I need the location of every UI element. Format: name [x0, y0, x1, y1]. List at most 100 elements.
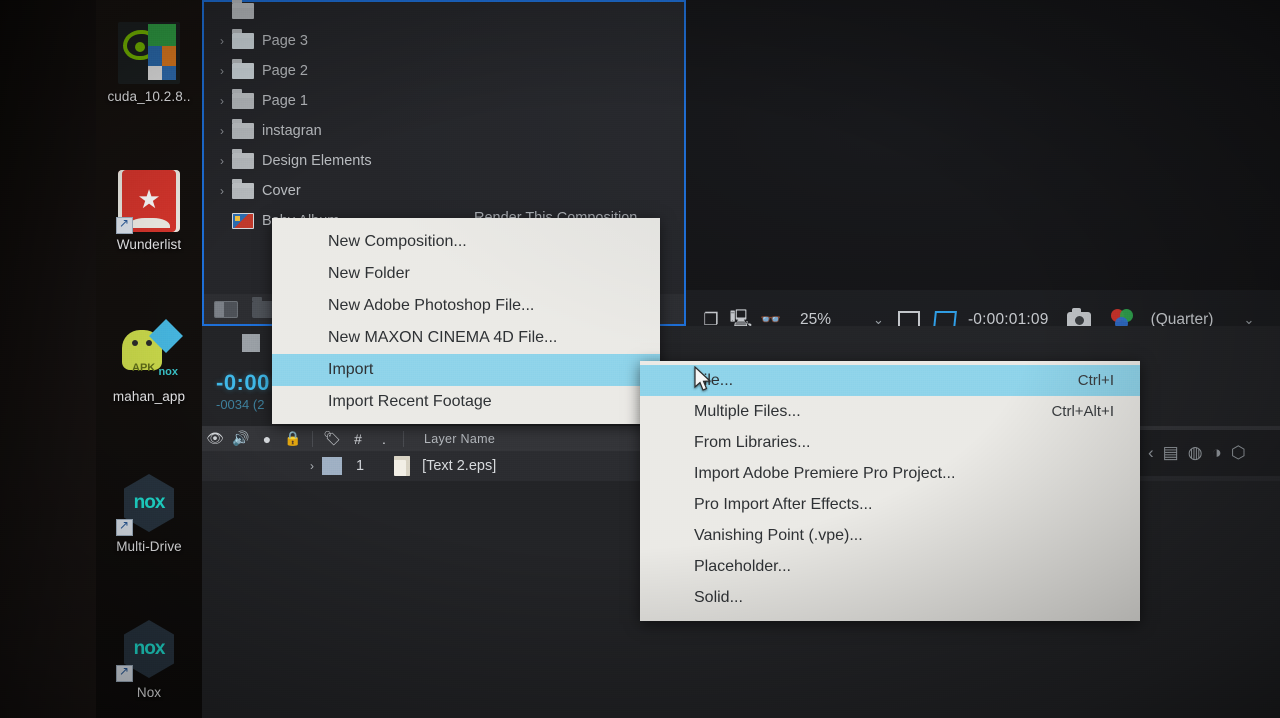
windows-desktop: cuda_10.2.8.. ★ Wunderlist APKnox mahan_… [0, 0, 202, 718]
submenu-item-solid[interactable]: Solid... [640, 582, 1140, 613]
desktop-icon-nox[interactable]: nox Nox [96, 618, 202, 701]
submenu-item-multiple-files[interactable]: Multiple Files... Ctrl+Alt+I [640, 396, 1140, 427]
folder-icon [232, 149, 254, 169]
project-context-menu[interactable]: New Composition... New Folder New Adobe … [272, 218, 660, 424]
menu-item-new-composition[interactable]: New Composition... [272, 226, 660, 258]
menu-item-new-photoshop-file[interactable]: New Adobe Photoshop File... [272, 290, 660, 322]
twirl-icon[interactable]: › [310, 459, 314, 473]
shortcut-overlay-icon [116, 518, 133, 536]
project-item-label: instagran [262, 123, 322, 139]
desktop-icon-label: Multi-Drive [116, 539, 182, 554]
timeline-frame-info: -0034 (2 [216, 397, 265, 412]
label-tag-icon[interactable]: 🏷 [319, 430, 345, 447]
folder-icon [232, 89, 254, 109]
desktop-icon-label: mahan_app [112, 389, 186, 404]
project-item[interactable] [204, 0, 684, 26]
nox-player-icon: nox [116, 618, 180, 682]
submenu-item-label: From Libraries... [694, 433, 811, 451]
project-item-label: Page 1 [262, 93, 308, 109]
eye-icon[interactable]: 👁 [202, 430, 228, 447]
project-item-label: Page 3 [262, 33, 308, 49]
menu-item-new-cinema-4d-file[interactable]: New MAXON CINEMA 4D File... [272, 322, 660, 354]
preview-panel-icon[interactable]: ◑ [1212, 443, 1222, 463]
submenu-item-label: Solid... [694, 588, 743, 606]
menu-item-new-folder[interactable]: New Folder [272, 258, 660, 290]
menu-item-label: Import [328, 361, 374, 378]
project-item-page-3[interactable]: › Page 3 [204, 26, 684, 56]
project-item-design-elements[interactable]: › Design Elements [204, 146, 684, 176]
folder-icon [232, 29, 254, 49]
submenu-item-file[interactable]: File... Ctrl+I [640, 365, 1140, 396]
submenu-item-from-libraries[interactable]: From Libraries... [640, 427, 1140, 458]
submenu-item-import-premiere-project[interactable]: Import Adobe Premiere Pro Project... [640, 458, 1140, 489]
submenu-item-label: Pro Import After Effects... [694, 495, 873, 513]
menu-item-label: New MAXON CINEMA 4D File... [328, 329, 558, 346]
submenu-item-label: Multiple Files... [694, 402, 801, 420]
submenu-item-shortcut: Ctrl+Alt+I [1051, 403, 1114, 420]
layer-number-header[interactable]: # [345, 431, 371, 447]
folder-icon [232, 119, 254, 139]
dot-header: . [382, 430, 386, 447]
submenu-item-label: Placeholder... [694, 557, 791, 575]
monitor-screen: cuda_10.2.8.. ★ Wunderlist APKnox mahan_… [0, 0, 1280, 718]
menu-item-label: New Folder [328, 265, 410, 282]
project-item-instagran[interactable]: › instagran [204, 116, 684, 146]
timeline-swatch [242, 334, 260, 352]
twirl-icon[interactable]: › [212, 184, 232, 198]
divider [403, 430, 404, 447]
project-item-label: Page 2 [262, 63, 308, 79]
desktop-icon-label: Wunderlist [116, 237, 182, 252]
right-panel-strip: ‹ ▤ ◍ ◑ ⬡ [1140, 430, 1280, 476]
lock-icon[interactable]: 🔒 [280, 430, 306, 447]
layer-name[interactable]: [Text 2.eps] [422, 458, 496, 474]
layer-number: 1 [356, 458, 365, 474]
new-composition-icon[interactable] [214, 300, 238, 318]
desktop-icon-wunderlist[interactable]: ★ Wunderlist [96, 170, 202, 253]
project-item-page-2[interactable]: › Page 2 [204, 56, 684, 86]
folder-icon [232, 0, 254, 19]
screen-bezel [0, 0, 96, 718]
menu-item-import[interactable]: Import › [272, 354, 660, 386]
timeline-current-time[interactable]: -0:00: [216, 370, 278, 396]
layer-name-header[interactable]: Layer Name [424, 432, 495, 446]
twirl-icon[interactable]: › [212, 34, 232, 48]
submenu-item-placeholder[interactable]: Placeholder... [640, 551, 1140, 582]
project-item-label: Design Elements [262, 153, 372, 169]
shortcut-overlay-icon [116, 216, 133, 234]
menu-item-label: New Composition... [328, 233, 467, 250]
speaker-icon[interactable]: 🔊 [228, 430, 254, 447]
eps-file-icon [394, 456, 411, 476]
twirl-icon[interactable]: › [212, 64, 232, 78]
folder-icon [232, 59, 254, 79]
submenu-item-vanishing-point[interactable]: Vanishing Point (.vpe)... [640, 520, 1140, 551]
effects-panel-icon[interactable]: ⬡ [1231, 443, 1246, 463]
submenu-item-label: Import Adobe Premiere Pro Project... [694, 464, 956, 482]
project-item-label: Cover [262, 183, 301, 199]
desktop-icon-label: cuda_10.2.8.. [107, 89, 191, 104]
composition-viewer[interactable] [686, 0, 1280, 290]
desktop-icon-mahan-app[interactable]: APK nox mahan_app [96, 319, 202, 405]
android-apk-nox-icon: APK nox [118, 319, 183, 384]
info-panel-icon[interactable]: ▤ [1163, 443, 1179, 463]
submenu-item-pro-import-after-effects[interactable]: Pro Import After Effects... [640, 489, 1140, 520]
audio-panel-icon[interactable]: ◍ [1188, 443, 1203, 463]
nox-multi-drive-icon: nox [116, 472, 180, 536]
submenu-item-shortcut: Ctrl+I [1077, 372, 1114, 389]
twirl-icon[interactable]: › [212, 154, 232, 168]
import-submenu[interactable]: File... Ctrl+I Multiple Files... Ctrl+Al… [640, 361, 1140, 621]
chevron-left-icon[interactable]: ‹ [1148, 443, 1154, 463]
submenu-item-label: Vanishing Point (.vpe)... [694, 526, 863, 544]
solo-icon[interactable]: ● [254, 431, 280, 447]
desktop-icon-cuda[interactable]: cuda_10.2.8.. [96, 22, 202, 105]
twirl-icon[interactable]: › [212, 94, 232, 108]
desktop-icon-multi-drive[interactable]: nox Multi-Drive [96, 472, 202, 555]
menu-item-label: Import Recent Footage [328, 393, 492, 410]
menu-item-import-recent-footage[interactable]: Import Recent Footage › [272, 386, 660, 418]
project-item-page-1[interactable]: › Page 1 [204, 86, 684, 116]
layer-label-swatch[interactable] [322, 457, 342, 475]
nvidia-cuda-installer-icon [118, 22, 180, 84]
wunderlist-icon: ★ [116, 170, 180, 234]
twirl-icon[interactable]: › [212, 124, 232, 138]
project-item-cover[interactable]: › Cover [204, 176, 684, 206]
folder-icon [232, 179, 254, 199]
